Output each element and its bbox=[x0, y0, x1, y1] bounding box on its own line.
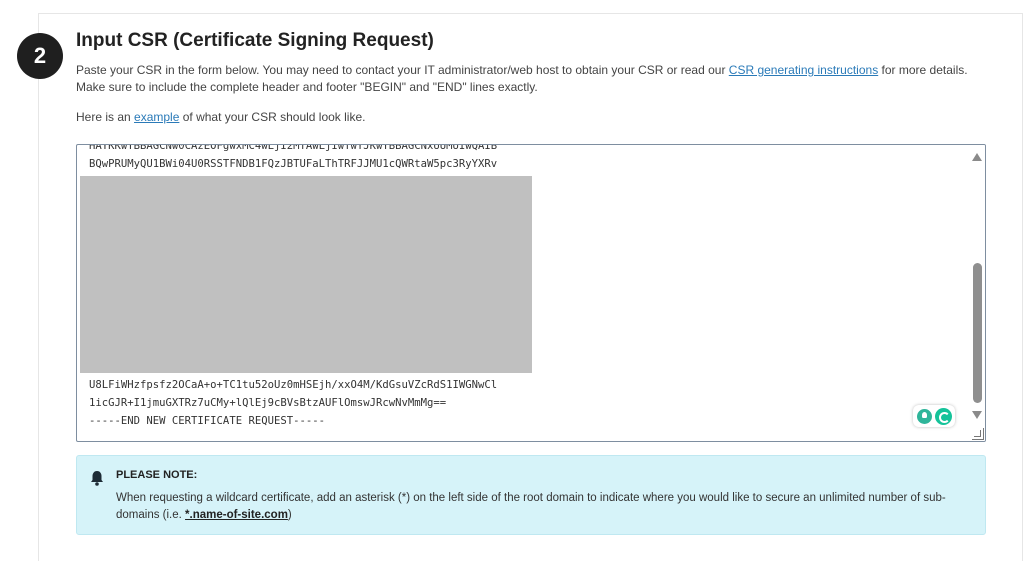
csr-textarea[interactable]: HAYKKwYBBAGCNw0CAzEOFgwxMC4wLjI2MTAwLjIw… bbox=[76, 144, 986, 442]
section-title: Input CSR (Certificate Signing Request) bbox=[76, 30, 434, 51]
csr-line: HAYKKwYBBAGCNw0CAzEOFgwxMC4wLjI2MTAwLjIw… bbox=[89, 144, 498, 152]
note-title: PLEASE NOTE: bbox=[116, 469, 198, 481]
grammarly-icon[interactable] bbox=[934, 407, 952, 425]
resize-handle-icon[interactable] bbox=[972, 428, 984, 440]
example-text-post: of what your CSR should look like. bbox=[179, 110, 366, 124]
csr-bottom-lines: U8LFiWHzfpsfz2OCaA+o+TC1tu52oUz0mHSEjh/x… bbox=[89, 376, 949, 430]
redacted-block bbox=[80, 176, 532, 373]
csr-instructions-link[interactable]: CSR generating instructions bbox=[729, 63, 878, 77]
lightbulb-icon[interactable] bbox=[916, 408, 932, 424]
bell-icon bbox=[91, 471, 103, 486]
scroll-down-arrow-icon[interactable] bbox=[972, 411, 982, 419]
example-link[interactable]: example bbox=[134, 110, 179, 124]
description-text-1: Paste your CSR in the form below. You ma… bbox=[76, 63, 729, 77]
csr-top-lines: HAYKKwYBBAGCNw0CAzEOFgwxMC4wLjI2MTAwLjIw… bbox=[89, 144, 949, 173]
note-text: When requesting a wildcard certificate, … bbox=[116, 490, 966, 524]
csr-line: U8LFiWHzfpsfz2OCaA+o+TC1tu52oUz0mHSEjh/x… bbox=[89, 379, 498, 391]
extension-icons[interactable] bbox=[913, 405, 955, 427]
scrollbar[interactable] bbox=[969, 145, 985, 441]
csr-line: BQwPRUMyQU1BWi04U0RSSTFNDB1FQzJBTUFaLThT… bbox=[89, 158, 498, 170]
step-number-badge: 2 bbox=[17, 33, 63, 79]
csr-line: -----END NEW CERTIFICATE REQUEST----- bbox=[89, 415, 325, 427]
note-text-2: ) bbox=[287, 509, 292, 521]
scrollbar-thumb[interactable] bbox=[973, 263, 982, 403]
note-box: PLEASE NOTE: When requesting a wildcard … bbox=[76, 455, 986, 535]
example-line: Here is an example of what your CSR shou… bbox=[76, 109, 365, 126]
section-description: Paste your CSR in the form below. You ma… bbox=[76, 62, 996, 96]
csr-line: 1icGJR+I1jmuGXTRz7uCMy+lQlEj9cBVsBtzAUFl… bbox=[89, 397, 447, 409]
example-text-pre: Here is an bbox=[76, 110, 135, 124]
wildcard-domain-example: *.name-of-site.com bbox=[185, 509, 288, 521]
scroll-up-arrow-icon[interactable] bbox=[972, 153, 982, 161]
step-number: 2 bbox=[33, 43, 47, 68]
